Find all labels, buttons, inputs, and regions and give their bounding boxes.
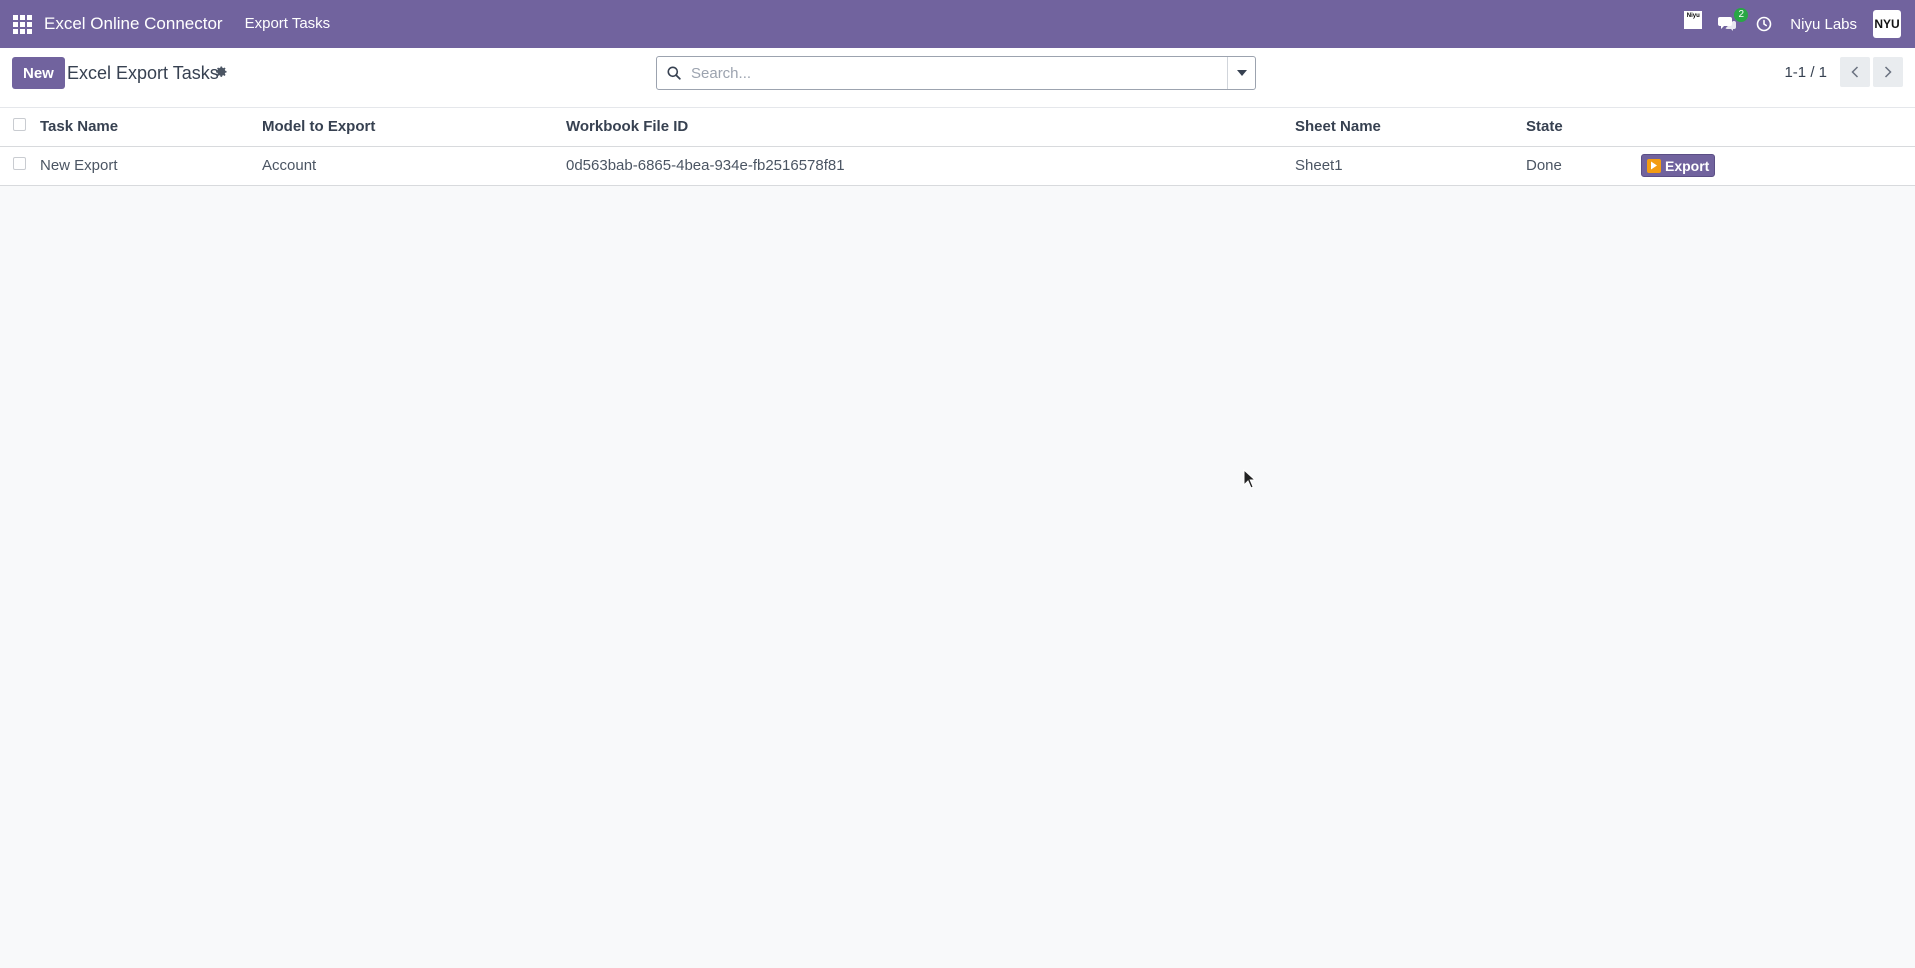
- pager-previous-button[interactable]: [1840, 57, 1870, 87]
- column-header-model[interactable]: Model to Export: [262, 108, 566, 146]
- export-button-label: Export: [1665, 157, 1710, 174]
- user-avatar[interactable]: NYU: [1873, 10, 1901, 38]
- cell-sheet-name[interactable]: Sheet1: [1295, 146, 1526, 185]
- caret-down-icon: [1236, 70, 1247, 76]
- search-input[interactable]: [691, 58, 1227, 88]
- row-checkbox[interactable]: [13, 157, 26, 170]
- column-header-sheet-name[interactable]: Sheet Name: [1295, 108, 1526, 146]
- select-all-checkbox[interactable]: [13, 118, 26, 132]
- messaging-menu[interactable]: 2: [1718, 8, 1749, 34]
- page-title: Excel Export Tasks: [67, 63, 219, 83]
- column-header-state[interactable]: State: [1526, 108, 1641, 146]
- control-panel: New Excel Export Tasks 1-1 / 1: [0, 48, 1915, 108]
- new-button[interactable]: New: [12, 57, 65, 89]
- table-row[interactable]: New Export Account 0d563bab-6865-4bea-93…: [0, 146, 1915, 185]
- search-options-toggle[interactable]: [1227, 57, 1255, 89]
- apps-menu-icon[interactable]: [0, 0, 44, 48]
- cell-state[interactable]: Done: [1526, 146, 1641, 185]
- pager-value[interactable]: 1-1 / 1: [1784, 64, 1827, 81]
- company-logo[interactable]: Niyu: [1684, 11, 1703, 29]
- menu-export-tasks[interactable]: Export Tasks: [233, 0, 343, 48]
- chevron-right-icon: [1884, 66, 1892, 78]
- top-navbar: Excel Online Connector Export Tasks Niyu…: [0, 0, 1915, 48]
- column-header-actions: [1641, 108, 1915, 146]
- cell-task-name[interactable]: New Export: [40, 146, 262, 185]
- column-header-task-name[interactable]: Task Name: [40, 108, 262, 146]
- export-button[interactable]: Export: [1641, 154, 1716, 177]
- user-name[interactable]: Niyu Labs: [1790, 16, 1857, 33]
- table-header-row: Task Name Model to Export Workbook File …: [0, 108, 1915, 146]
- mouse-cursor-icon: [1243, 469, 1257, 489]
- navbar-systray: Niyu 2 Niyu Labs NYU: [1684, 0, 1901, 48]
- search-bar: [656, 56, 1256, 90]
- column-header-workbook-file-id[interactable]: Workbook File ID: [566, 108, 1295, 146]
- chevron-left-icon: [1851, 66, 1859, 78]
- pager-next-button[interactable]: [1873, 57, 1903, 87]
- chat-count-badge: 2: [1734, 8, 1749, 22]
- cell-model[interactable]: Account: [262, 146, 566, 185]
- gear-icon[interactable]: [214, 65, 228, 79]
- play-icon: [1647, 158, 1661, 173]
- activity-clock-icon[interactable]: [1756, 15, 1774, 33]
- export-tasks-table: Task Name Model to Export Workbook File …: [0, 108, 1915, 186]
- app-title[interactable]: Excel Online Connector: [44, 14, 233, 34]
- cell-workbook-file-id[interactable]: 0d563bab-6865-4bea-934e-fb2516578f81: [566, 146, 1295, 185]
- chat-icon: [1718, 17, 1737, 31]
- search-icon: [657, 57, 691, 89]
